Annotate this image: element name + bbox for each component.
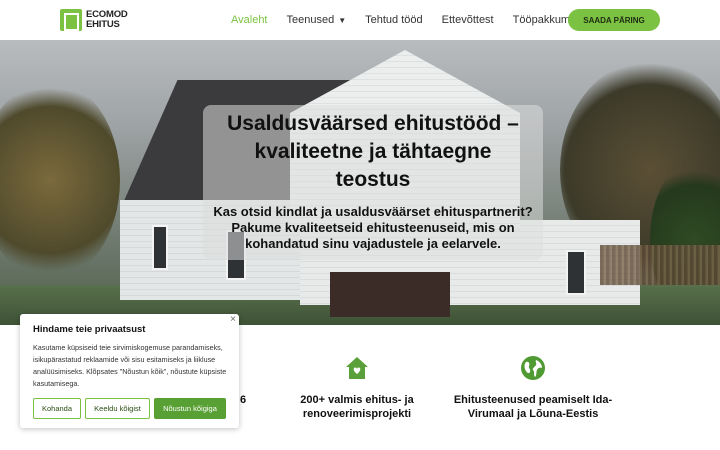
send-inquiry-button[interactable]: SAADA PÄRING xyxy=(568,9,660,31)
hero-image-window xyxy=(566,250,586,295)
nav-item-teenused[interactable]: Teenused ▼ xyxy=(287,14,347,26)
feature-item: 200+ valmis ehitus- ja renoveerimisproje… xyxy=(292,355,422,421)
hero-image-porch xyxy=(330,272,450,317)
reject-all-button[interactable]: Keeldu kõigist xyxy=(85,398,150,419)
chevron-down-icon: ▼ xyxy=(338,16,347,25)
nav-item-avaleht[interactable]: Avaleht xyxy=(231,14,268,26)
feature-text: 200+ valmis ehitus- ja renoveerimisproje… xyxy=(300,394,414,420)
logo-line2: EHITUS xyxy=(86,19,120,30)
cookie-text: Kasutame küpsiseid teie sirvimiskogemuse… xyxy=(33,343,227,388)
hero-image-fence xyxy=(600,245,720,285)
site-header: ECOMOD EHITUS Avaleht Teenused ▼ Tehtud t… xyxy=(0,0,720,40)
hero-image-tree xyxy=(0,80,120,280)
hero-image-window xyxy=(152,225,168,270)
feature-text: Ehitusteenused peamiselt Ida-Virumaal ja… xyxy=(453,394,613,420)
feature-item: Ehitusteenused peamiselt Ida-Virumaal ja… xyxy=(448,355,618,421)
logo[interactable]: ECOMOD EHITUS xyxy=(60,9,128,31)
nav-item-tehtud-tood[interactable]: Tehtud tööd xyxy=(365,14,423,26)
nav-item-ettevottest[interactable]: Ettevõttest xyxy=(442,14,494,26)
logo-text: ECOMOD EHITUS xyxy=(86,10,128,30)
cookie-title: Hindame teie privaatsust xyxy=(33,324,146,335)
close-icon[interactable]: × xyxy=(230,314,236,325)
nav-item-teenused-label: Teenused xyxy=(286,14,335,26)
house-heart-icon xyxy=(344,355,370,381)
feature-hidden-icon xyxy=(236,355,262,381)
globe-icon xyxy=(520,355,546,381)
cookie-consent-dialog: × Hindame teie privaatsust Kasutame küps… xyxy=(20,314,239,428)
logo-mark-icon xyxy=(60,9,82,31)
main-nav: Avaleht Teenused ▼ Tehtud tööd Ettevõttes… xyxy=(231,14,609,26)
customize-button[interactable]: Kohanda xyxy=(33,398,81,419)
accept-all-button[interactable]: Nõustun kõigiga xyxy=(154,398,226,419)
hero-title: Usaldusväärsed ehitustööd – kvaliteetne … xyxy=(227,112,519,191)
hero-subtitle: Kas otsid kindlat ja usaldusväärset ehit… xyxy=(213,204,533,251)
